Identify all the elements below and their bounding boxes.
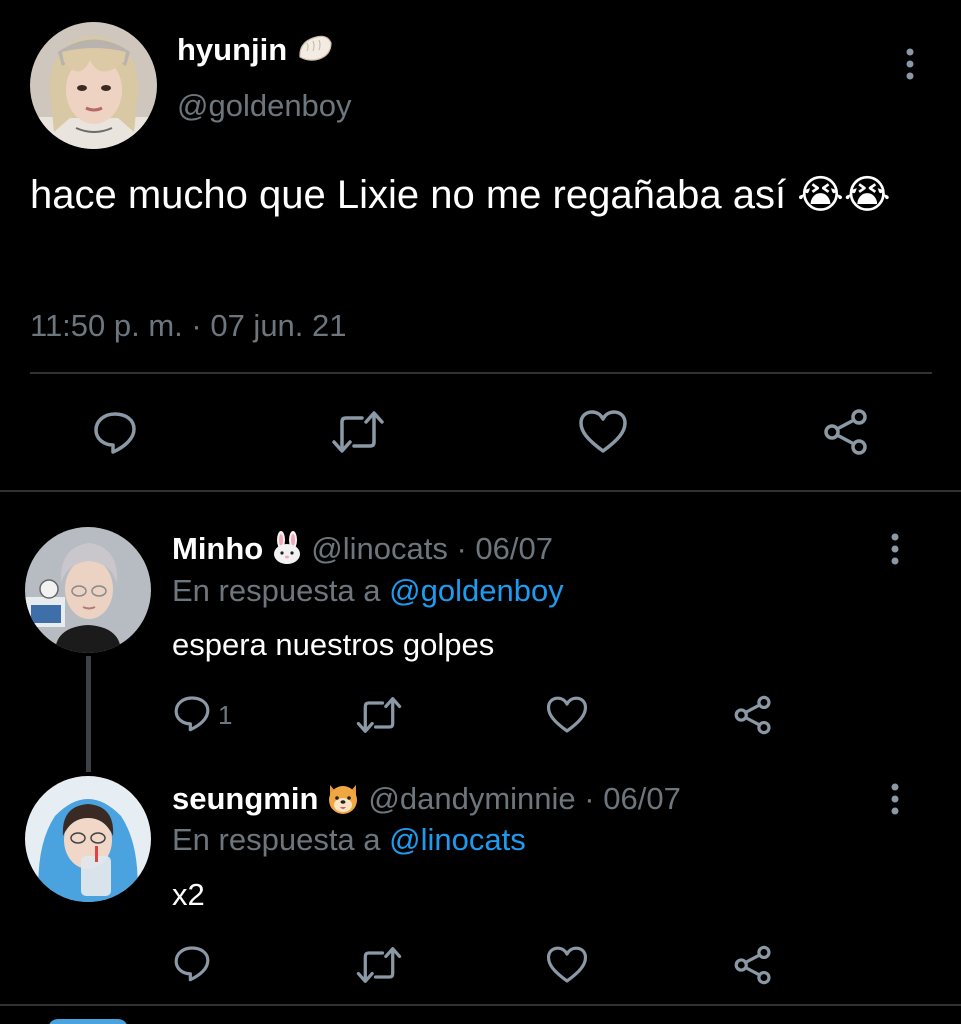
reply-action-bar bbox=[0, 942, 961, 988]
display-name-text: hyunjin bbox=[177, 32, 288, 67]
main-timestamp[interactable]: 11:50 p. m. · 07 jun. 21 bbox=[30, 308, 347, 344]
reply-date[interactable]: · 06/07 bbox=[456, 531, 553, 566]
rabbit-icon bbox=[271, 531, 303, 573]
avatar-seungmin[interactable] bbox=[25, 776, 151, 902]
next-reply-avatar[interactable] bbox=[48, 1019, 128, 1024]
main-tweet-text: hace mucho que Lixie no me regañaba así … bbox=[30, 173, 891, 217]
replying-to-label: En respuesta a bbox=[172, 573, 390, 608]
more-options-icon[interactable] bbox=[880, 781, 910, 817]
avatar-hyunjin[interactable] bbox=[30, 22, 157, 149]
reply-icon bbox=[172, 693, 212, 738]
divider bbox=[0, 1004, 961, 1006]
reply-date[interactable]: · 06/07 bbox=[584, 781, 681, 816]
reply-handle[interactable]: @dandyminnie bbox=[368, 781, 575, 816]
main-tweet: hyunjin @goldenboy hace mucho que Lixie … bbox=[0, 0, 961, 492]
replying-to-link[interactable]: @goldenboy bbox=[389, 573, 564, 608]
reply-header: seungmin @dandyminnie · 06/07 bbox=[172, 781, 681, 823]
more-options-icon[interactable] bbox=[893, 46, 927, 82]
dumpling-icon bbox=[297, 33, 333, 71]
reply-header: Minho @linocats · 06/07 bbox=[172, 531, 553, 573]
divider bbox=[30, 372, 932, 374]
share-icon[interactable] bbox=[732, 942, 774, 988]
reply-icon[interactable] bbox=[87, 404, 143, 460]
tweet-thread-page: hyunjin @goldenboy hace mucho que Lixie … bbox=[0, 0, 961, 1024]
dog-icon bbox=[326, 781, 360, 823]
main-display-name[interactable]: hyunjin bbox=[177, 32, 333, 71]
reply-button[interactable]: 1 bbox=[172, 692, 232, 738]
retweet-icon[interactable] bbox=[330, 404, 386, 460]
replying-to-label: En respuesta a bbox=[172, 822, 390, 857]
divider bbox=[0, 490, 961, 492]
main-handle[interactable]: @goldenboy bbox=[177, 88, 352, 124]
replying-to: En respuesta a @goldenboy bbox=[172, 573, 564, 609]
like-icon[interactable] bbox=[546, 942, 588, 988]
reply-display-name[interactable]: seungmin bbox=[172, 781, 318, 816]
reply-icon bbox=[172, 943, 212, 988]
reply-display-name[interactable]: Minho bbox=[172, 531, 263, 566]
reply-handle[interactable]: @linocats bbox=[311, 531, 448, 566]
main-action-bar bbox=[0, 404, 961, 460]
avatar-minho[interactable] bbox=[25, 527, 151, 653]
share-icon[interactable] bbox=[732, 692, 774, 738]
like-icon[interactable] bbox=[546, 692, 588, 738]
share-icon[interactable] bbox=[818, 404, 874, 460]
reply-text: x2 bbox=[172, 877, 205, 912]
reply-action-bar: 1 bbox=[0, 692, 961, 738]
like-icon[interactable] bbox=[575, 404, 631, 460]
retweet-icon[interactable] bbox=[355, 692, 403, 738]
reply-count: 1 bbox=[218, 699, 233, 730]
replying-to-link[interactable]: @linocats bbox=[389, 822, 526, 857]
replying-to: En respuesta a @linocats bbox=[172, 822, 526, 858]
more-options-icon[interactable] bbox=[880, 531, 910, 567]
reply-button[interactable] bbox=[172, 942, 212, 988]
reply-text: espera nuestros golpes bbox=[172, 627, 495, 662]
retweet-icon[interactable] bbox=[355, 942, 403, 988]
